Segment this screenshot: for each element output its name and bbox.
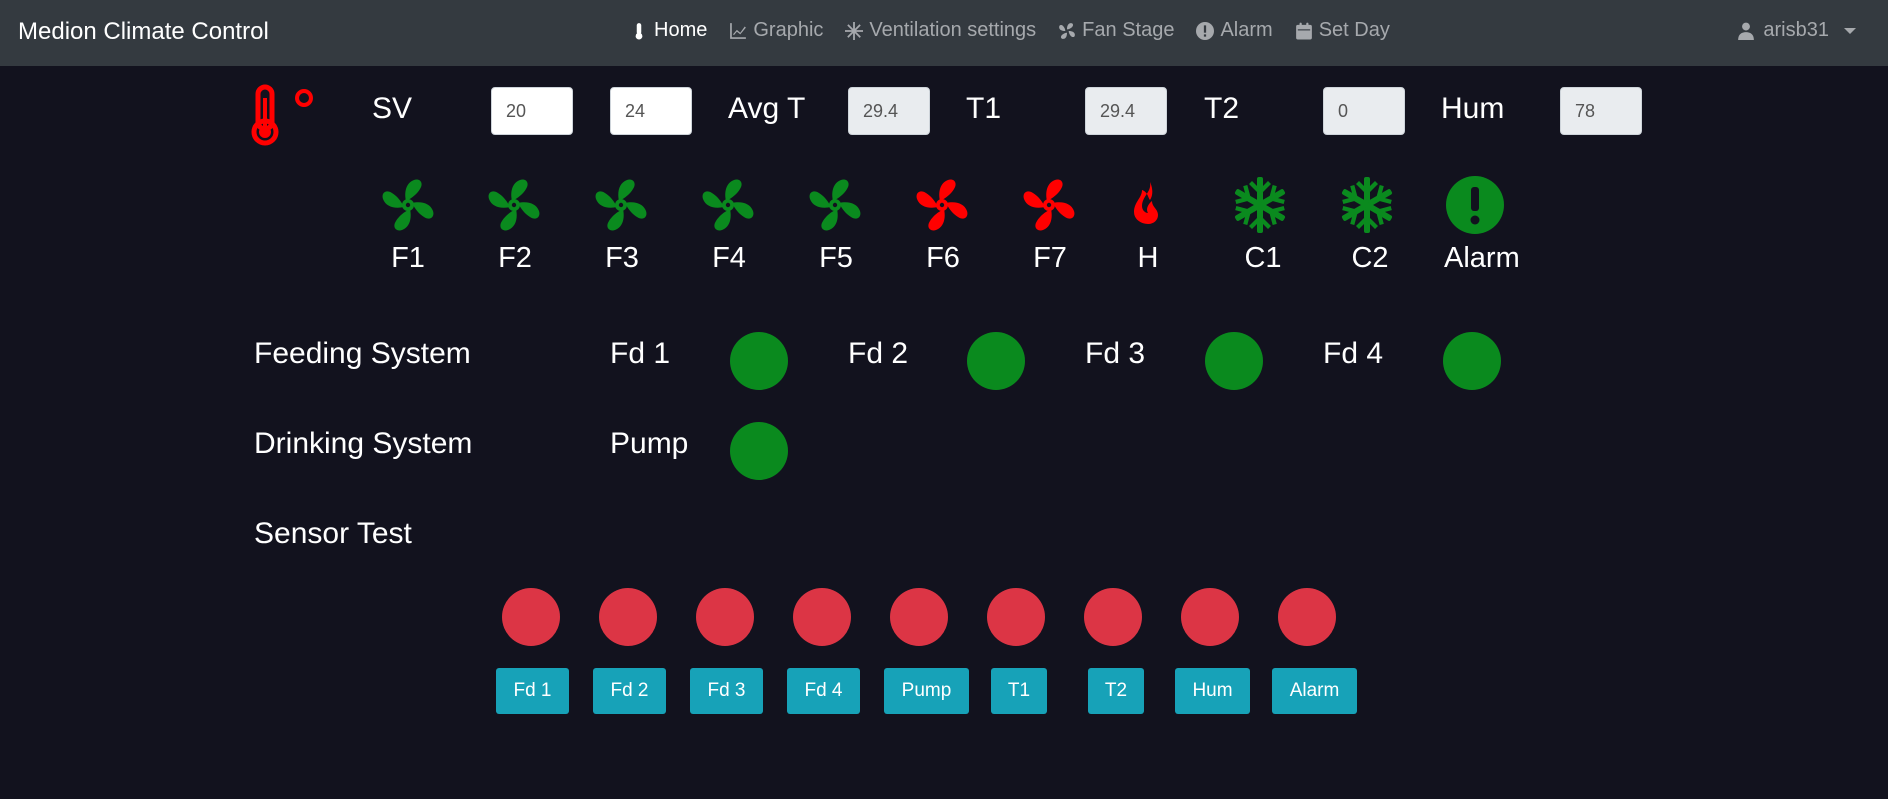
nav-alarm-label: Alarm	[1220, 19, 1273, 41]
feeding-status-fd3	[1205, 332, 1263, 390]
fan-icon	[702, 179, 754, 231]
nav-home[interactable]: Home	[630, 19, 707, 42]
navbar: Medion Climate Control Home Graphic Vent…	[0, 0, 1888, 66]
feeding-label-fd4: Fd 4	[1323, 337, 1384, 370]
snowflake-icon	[845, 21, 864, 40]
username: arisb31	[1763, 19, 1829, 41]
sensor-test-fd2-button[interactable]: Fd 2	[593, 668, 666, 714]
feeding-status-fd4	[1443, 332, 1501, 390]
sensor-test-pump-button[interactable]: Pump	[884, 668, 969, 714]
user-menu[interactable]: arisb31	[1738, 19, 1856, 42]
feeding-status-fd2	[967, 332, 1025, 390]
sensor-test-fd4-button[interactable]: Fd 4	[787, 668, 860, 714]
nav-menu: Home Graphic Ventilation settings Fan St…	[630, 19, 1390, 42]
line-chart-icon	[730, 22, 747, 39]
sensor-test-fd3-button[interactable]: Fd 3	[690, 668, 763, 714]
sensor-indicator-t2	[1084, 588, 1142, 646]
fan-icon	[916, 179, 968, 231]
feeding-label-fd1: Fd 1	[610, 337, 671, 370]
nav-graphic-label: Graphic	[753, 19, 824, 41]
sensor-indicator-hum	[1181, 588, 1239, 646]
nav-alarm[interactable]: Alarm	[1196, 19, 1273, 42]
nav-ventilation-label: Ventilation settings	[869, 19, 1037, 41]
sensor-indicator-pump	[890, 588, 948, 646]
feeding-label-fd2: Fd 2	[848, 337, 909, 370]
sensor-indicator-fd1	[502, 588, 560, 646]
sv-low-input[interactable]	[491, 87, 573, 135]
sv-label: SV	[372, 92, 413, 125]
device-label-f5: F5	[819, 242, 853, 274]
chevron-down-icon	[1844, 27, 1856, 34]
t2-label: T2	[1204, 92, 1240, 125]
exclamation-circle-icon	[1446, 176, 1504, 234]
exclamation-circle-icon	[1196, 21, 1215, 40]
device-label-f6: F6	[926, 242, 960, 274]
sensor-test-t2-button[interactable]: T2	[1088, 668, 1144, 714]
sensor-test-t1-button[interactable]: T1	[991, 668, 1047, 714]
device-label-f4: F4	[712, 242, 746, 274]
t2-field	[1323, 87, 1405, 135]
sensor-test-alarm-button[interactable]: Alarm	[1272, 668, 1357, 714]
t1-field	[1085, 87, 1167, 135]
nav-set-day[interactable]: Set Day	[1295, 19, 1390, 42]
nav-ventilation-settings[interactable]: Ventilation settings	[845, 19, 1036, 42]
sensor-indicator-alarm	[1278, 588, 1336, 646]
sv-high-input[interactable]	[610, 87, 692, 135]
fan-icon	[488, 179, 540, 231]
nav-set-day-label: Set Day	[1318, 19, 1390, 41]
fan-icon	[1059, 22, 1076, 39]
sensor-indicator-fd4	[793, 588, 851, 646]
snowflake-icon	[1233, 177, 1287, 233]
nav-home-label: Home	[654, 19, 708, 41]
device-label-alarm: Alarm	[1444, 242, 1520, 274]
hum-label: Hum	[1441, 92, 1505, 125]
sensor-test-title: Sensor Test	[254, 517, 412, 550]
device-label-f7: F7	[1033, 242, 1067, 274]
nav-fan-stage-label: Fan Stage	[1082, 19, 1175, 41]
sensor-indicator-t1	[987, 588, 1045, 646]
fan-icon	[382, 179, 434, 231]
feeding-label-fd3: Fd 3	[1085, 337, 1146, 370]
nav-fan-stage[interactable]: Fan Stage	[1058, 19, 1174, 42]
feeding-status-fd1	[730, 332, 788, 390]
device-label-f2: F2	[498, 242, 532, 274]
sensor-indicator-fd3	[696, 588, 754, 646]
hum-field	[1560, 87, 1642, 135]
device-label-f1: F1	[391, 242, 425, 274]
sensor-indicator-fd2	[599, 588, 657, 646]
t1-label: T1	[966, 92, 1002, 125]
avg-t-field	[848, 87, 930, 135]
feeding-system-title: Feeding System	[254, 337, 471, 370]
drinking-system-title: Drinking System	[254, 427, 473, 460]
calendar-icon	[1295, 22, 1312, 39]
user-icon	[1738, 22, 1755, 40]
fire-icon	[1134, 182, 1158, 224]
device-label-f3: F3	[605, 242, 639, 274]
device-label-h: H	[1137, 242, 1159, 274]
nav-graphic[interactable]: Graphic	[729, 19, 823, 42]
device-label-c1: C1	[1244, 242, 1282, 274]
sensor-test-hum-button[interactable]: Hum	[1175, 668, 1250, 714]
fan-icon	[809, 179, 861, 231]
app-title[interactable]: Medion Climate Control	[18, 18, 269, 46]
device-label-c2: C2	[1351, 242, 1389, 274]
fan-icon	[595, 179, 647, 231]
drinking-label-pump: Pump	[610, 427, 689, 460]
thermometer-degree-icon	[251, 84, 313, 146]
avg-t-label: Avg T	[728, 92, 806, 125]
fan-icon	[1023, 179, 1075, 231]
thermometer-icon	[635, 22, 643, 39]
drinking-status-pump	[730, 422, 788, 480]
snowflake-icon	[1340, 177, 1394, 233]
sensor-test-fd1-button[interactable]: Fd 1	[496, 668, 569, 714]
